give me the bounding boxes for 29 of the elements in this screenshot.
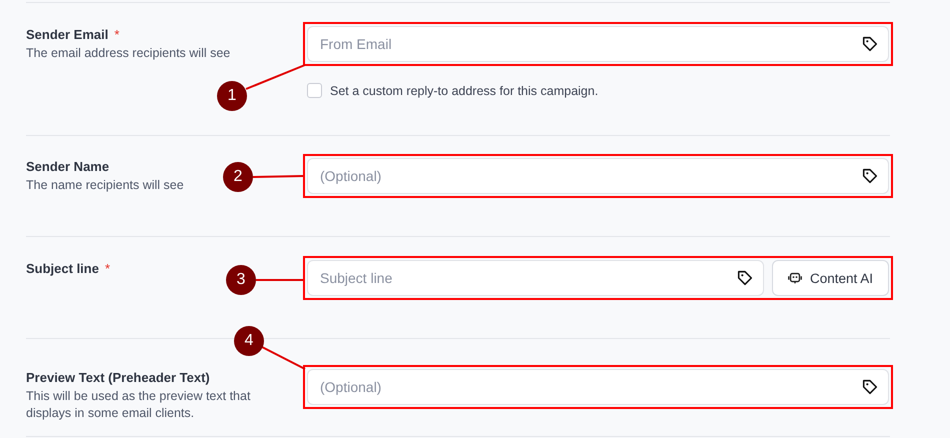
tag-icon[interactable] (861, 35, 879, 53)
checkbox[interactable] (307, 83, 322, 98)
leader-line (252, 175, 304, 178)
leader-line (262, 346, 306, 370)
content-ai-button[interactable]: Content AI (772, 260, 889, 296)
field-label: Sender Name (26, 159, 110, 174)
input-field[interactable]: From Email (307, 26, 889, 62)
field-label: Sender Email (26, 27, 108, 42)
field-description: This will be used as the preview text that displays in some email clients. (26, 388, 252, 422)
number-badge: 3 (226, 265, 256, 295)
leader-line (246, 64, 306, 90)
required-asterisk: * (104, 261, 110, 276)
tag-icon[interactable] (861, 167, 879, 185)
field-label: Subject line (26, 261, 99, 276)
number-badge: 1 (217, 81, 247, 111)
robot-icon (787, 270, 803, 286)
required-asterisk: * (114, 27, 120, 42)
field-description: The name recipients will see (26, 177, 185, 194)
checkbox-label: Set a custom reply-to address for this campaign. (330, 84, 598, 98)
input-field[interactable]: Subject line (307, 260, 764, 296)
tag-icon[interactable] (736, 269, 754, 287)
field-description: The email address recipients will see (26, 45, 232, 62)
input-field[interactable]: (Optional) (307, 158, 889, 194)
field-label: Preview Text (Preheader Text) (26, 370, 210, 385)
input-field[interactable]: (Optional) (307, 369, 889, 405)
number-badge: 2 (223, 162, 253, 192)
tag-icon[interactable] (861, 378, 879, 396)
leader-line (256, 279, 303, 281)
number-badge: 4 (234, 326, 264, 356)
